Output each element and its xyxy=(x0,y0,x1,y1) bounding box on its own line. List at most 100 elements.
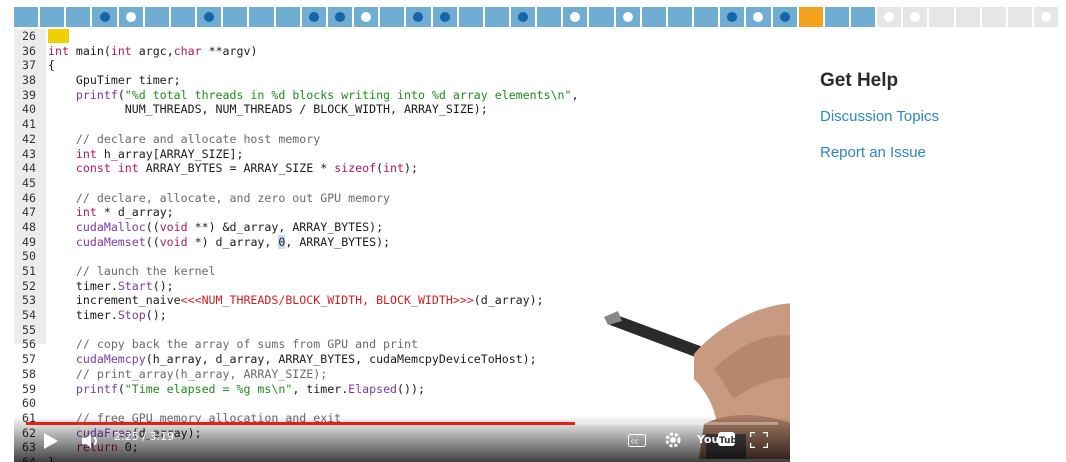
code-line: 44 const int ARRAY_BYTES = ARRAY_SIZE * … xyxy=(14,161,790,176)
lesson-segment[interactable] xyxy=(772,7,797,27)
lesson-segment[interactable] xyxy=(851,7,876,27)
play-icon[interactable] xyxy=(44,433,58,449)
lesson-progress-strip xyxy=(14,7,1059,27)
lesson-segment[interactable] xyxy=(327,7,353,27)
code-text: // copy back the array of sums from GPU … xyxy=(75,337,418,352)
line-number: 57 xyxy=(22,352,36,367)
lesson-segment[interactable] xyxy=(903,7,928,27)
line-number: 41 xyxy=(22,117,36,132)
help-sidebar: Get Help Discussion Topics Report an Iss… xyxy=(820,70,1040,180)
svg-text:You: You xyxy=(697,433,719,446)
code-line: 38 GpuTimer timer; xyxy=(14,73,790,88)
fullscreen-icon[interactable] xyxy=(750,432,768,448)
video-scrubber[interactable] xyxy=(26,422,778,425)
svg-text:Tube: Tube xyxy=(719,436,735,446)
lesson-segment[interactable] xyxy=(589,7,614,27)
lesson-segment[interactable] xyxy=(170,7,196,27)
line-number: 58 xyxy=(22,366,36,381)
lesson-segment[interactable] xyxy=(877,7,902,27)
lesson-segment[interactable] xyxy=(981,7,1006,27)
completed-dot-icon xyxy=(570,12,581,22)
lesson-segment[interactable] xyxy=(824,7,849,27)
lesson-segment[interactable] xyxy=(929,7,954,27)
lesson-segment[interactable] xyxy=(118,7,143,27)
lesson-segment[interactable] xyxy=(66,7,91,27)
line-number: 48 xyxy=(22,219,36,234)
lesson-segment[interactable] xyxy=(1034,7,1059,27)
lesson-segment[interactable] xyxy=(432,7,457,27)
lesson-segment[interactable] xyxy=(1007,7,1033,27)
video-controls: 2:25 / 3:19 cc YouTube xyxy=(14,416,790,462)
lesson-segment[interactable] xyxy=(249,7,274,27)
lesson-segment[interactable] xyxy=(615,7,640,27)
code-text: printf("%d total threads in %d blocks wr… xyxy=(75,87,579,102)
code-text: timer.Stop(); xyxy=(48,308,167,323)
lesson-segment[interactable] xyxy=(694,7,719,27)
line-number: 60 xyxy=(22,396,36,411)
quiz-dot-icon xyxy=(204,12,215,22)
lesson-segment[interactable] xyxy=(301,7,326,27)
code-text: int main(int argc,char **argv) xyxy=(48,43,258,58)
line-number: 47 xyxy=(22,205,36,220)
lesson-segment[interactable] xyxy=(641,7,666,27)
volume-icon[interactable] xyxy=(82,434,100,448)
completed-dot-icon xyxy=(1041,12,1052,22)
code-text: // launch the kernel xyxy=(75,264,216,278)
lesson-segment[interactable] xyxy=(275,7,300,27)
lesson-segment[interactable] xyxy=(40,7,65,27)
lesson-segment[interactable] xyxy=(563,7,588,27)
lesson-segment[interactable] xyxy=(354,7,379,27)
code-line: 47 int * d_array; xyxy=(14,205,790,220)
line-number: 59 xyxy=(22,381,36,396)
code-line: 45 xyxy=(14,176,790,191)
discussion-topics-link[interactable]: Discussion Topics xyxy=(820,108,1040,125)
code-text: timer.Start(); xyxy=(48,278,174,293)
lesson-segment[interactable] xyxy=(798,7,823,27)
lesson-segment[interactable] xyxy=(380,7,405,27)
lesson-segment[interactable] xyxy=(537,7,562,27)
code-text: increment_naive<<<NUM_THREADS/BLOCK_WIDT… xyxy=(48,293,544,308)
lesson-segment[interactable] xyxy=(406,7,431,27)
video-time: 2:25 / 3:19 xyxy=(114,430,175,443)
code-text: { xyxy=(48,58,55,73)
completed-dot-icon xyxy=(622,12,633,22)
completed-dot-icon xyxy=(884,12,895,22)
line-number: 36 xyxy=(22,43,36,58)
line-number: 54 xyxy=(22,308,36,323)
lesson-segment[interactable] xyxy=(510,7,536,27)
code-line: 40 NUM_THREADS, NUM_THREADS / BLOCK_WIDT… xyxy=(14,102,790,117)
completed-dot-icon xyxy=(753,12,764,22)
line-number: 55 xyxy=(22,322,36,337)
completed-dot-icon xyxy=(910,12,921,22)
quiz-dot-icon xyxy=(439,12,450,22)
lesson-segment[interactable] xyxy=(223,7,248,27)
line-number: 39 xyxy=(22,87,36,102)
quiz-dot-icon xyxy=(779,12,790,22)
lesson-segment[interactable] xyxy=(197,7,222,27)
completed-dot-icon xyxy=(361,12,372,22)
report-issue-link[interactable]: Report an Issue xyxy=(820,144,1040,161)
lesson-segment[interactable] xyxy=(720,7,745,27)
video-progress-fill xyxy=(26,422,575,425)
lesson-segment[interactable] xyxy=(14,7,39,27)
line-number: 43 xyxy=(22,146,36,161)
lesson-segment[interactable] xyxy=(484,7,509,27)
lesson-segment[interactable] xyxy=(92,7,117,27)
code-text: // declare, allocate, and zero out GPU m… xyxy=(75,190,391,205)
lesson-segment[interactable] xyxy=(144,7,169,27)
code-text: int * d_array; xyxy=(75,205,174,220)
code-line: 46 // declare, allocate, and zero out GP… xyxy=(14,191,790,206)
code-text: const int ARRAY_BYTES = ARRAY_SIZE * siz… xyxy=(75,161,418,176)
lesson-segment[interactable] xyxy=(667,7,693,27)
youtube-logo-icon[interactable]: YouTube xyxy=(697,431,735,447)
code-line: 43 int h_array[ARRAY_SIZE]; xyxy=(14,147,790,162)
code-text: GpuTimer timer; xyxy=(48,73,181,88)
code-text: cudaMemset((void *) d_array, 0, ARRAY_BY… xyxy=(75,234,391,249)
settings-gear-icon[interactable] xyxy=(664,431,682,449)
lesson-segment[interactable] xyxy=(458,7,483,27)
captions-icon[interactable]: cc xyxy=(628,434,646,447)
lesson-segment[interactable] xyxy=(955,7,980,27)
video-player[interactable]: 26... 36 int main(int argc,char **argv) 37{… xyxy=(14,29,790,462)
lesson-segment[interactable] xyxy=(746,7,771,27)
line-number: 26 xyxy=(22,29,36,43)
